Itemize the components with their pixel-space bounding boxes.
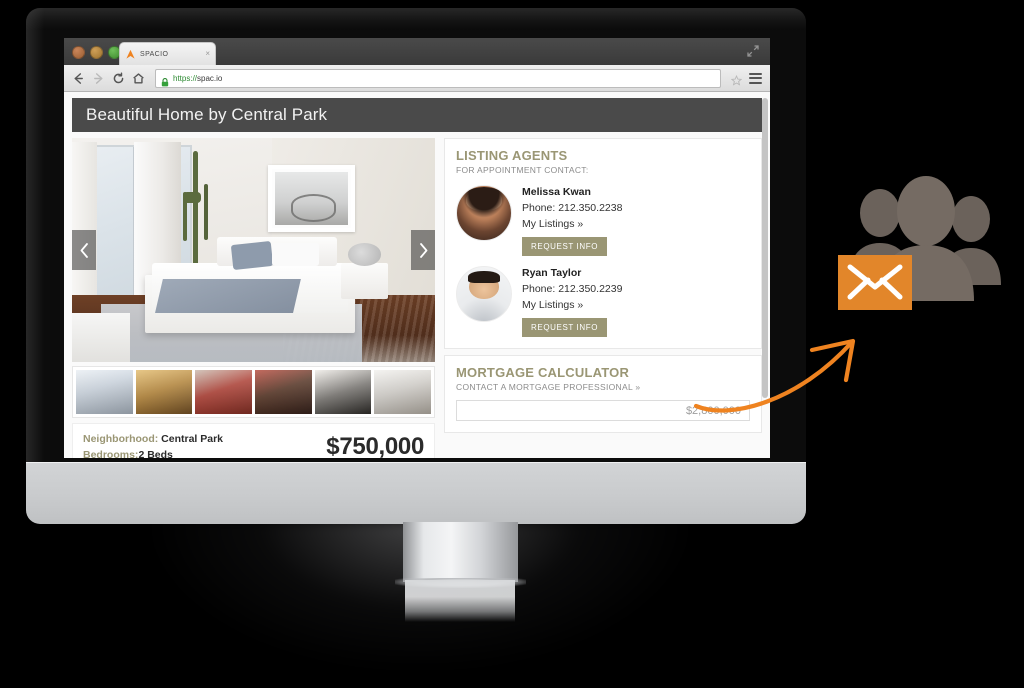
listing-header: Beautiful Home by Central Park <box>72 98 762 132</box>
url-text: https://spac.io <box>173 74 222 83</box>
listing-agents-card: LISTING AGENTS FOR APPOINTMENT CONTACT: … <box>444 138 762 349</box>
monitor: SPACIO × https://spac.io Beautiful Home … <box>26 8 806 468</box>
agent-name: Melissa Kwan <box>522 186 591 198</box>
gallery-column: Neighborhood: Central Park Bedrooms:2 Be… <box>72 138 435 458</box>
curved-arrow-icon <box>690 320 875 435</box>
agent-my-listings-link[interactable]: My Listings » <box>522 216 750 232</box>
maximize-icon[interactable] <box>746 44 760 58</box>
gallery-next-button[interactable] <box>411 230 435 270</box>
close-tab-icon[interactable]: × <box>205 50 210 58</box>
browser-tab[interactable]: SPACIO × <box>119 42 216 65</box>
thumbnail-item[interactable] <box>195 370 253 414</box>
browser-tab-title: SPACIO <box>140 50 169 58</box>
hamburger-menu-icon[interactable] <box>749 72 762 84</box>
property-facts: Neighborhood: Central Park Bedrooms:2 Be… <box>72 423 435 458</box>
url-scheme: https:// <box>173 73 198 83</box>
spacio-favicon-icon <box>125 49 136 60</box>
thumbnail-item[interactable] <box>314 370 372 414</box>
bezel-side-gloss <box>26 8 44 468</box>
page-body: Neighborhood: Central Park Bedrooms:2 Be… <box>64 132 770 458</box>
window-controls[interactable] <box>72 46 121 59</box>
hero-image <box>72 138 435 362</box>
thumbnail-item[interactable] <box>374 370 432 414</box>
neighborhood-value: Central Park <box>161 433 224 445</box>
home-icon[interactable] <box>132 72 145 85</box>
request-info-button[interactable]: REQUEST INFO <box>522 318 608 337</box>
monitor-chin <box>26 462 806 524</box>
close-window-button[interactable] <box>72 46 85 59</box>
address-bar[interactable]: https://spac.io <box>155 68 721 88</box>
agent-phone: Phone: 212.350.2239 <box>522 283 623 295</box>
chevron-left-icon <box>80 242 88 258</box>
agent-row: Melissa Kwan Phone: 212.350.2238 My List… <box>456 185 750 256</box>
url-host: spac.io <box>197 73 223 83</box>
listing-agents-title: LISTING AGENTS <box>456 148 568 163</box>
avatar <box>456 185 512 241</box>
thumbnail-item[interactable] <box>135 370 193 414</box>
bedroom-photo <box>72 138 435 362</box>
star-icon[interactable] <box>730 73 743 86</box>
bedrooms-label: Bedrooms: <box>83 449 139 458</box>
minimize-window-button[interactable] <box>90 46 103 59</box>
browser-tabbar: SPACIO × <box>64 38 770 65</box>
avatar <box>456 266 512 322</box>
neighborhood-row: Neighborhood: Central Park <box>83 431 223 447</box>
request-info-button[interactable]: REQUEST INFO <box>522 237 608 256</box>
forward-arrow-icon[interactable] <box>92 72 105 85</box>
agent-name: Ryan Taylor <box>522 267 582 279</box>
monitor-stand-neck <box>395 522 526 588</box>
screen: SPACIO × https://spac.io Beautiful Home … <box>64 38 770 458</box>
monitor-stand-base <box>405 580 515 622</box>
reload-icon[interactable] <box>112 72 125 85</box>
bezel-gloss <box>26 8 806 30</box>
agent-phone: Phone: 212.350.2238 <box>522 202 623 214</box>
chevron-right-icon <box>419 242 427 258</box>
back-arrow-icon[interactable] <box>72 72 85 85</box>
browser-toolbar: https://spac.io <box>64 65 770 92</box>
thumbnail-item[interactable] <box>255 370 312 414</box>
webpage: Beautiful Home by Central Park Neighborh… <box>64 92 770 458</box>
neighborhood-label: Neighborhood: <box>83 433 159 445</box>
gallery-prev-button[interactable] <box>72 230 96 270</box>
browser-chrome: SPACIO × https://spac.io <box>64 38 770 92</box>
page-title: Beautiful Home by Central Park <box>86 105 328 124</box>
listing-agents-subtitle: FOR APPOINTMENT CONTACT: <box>456 165 589 175</box>
envelope-icon <box>838 255 912 310</box>
agent-my-listings-link[interactable]: My Listings » <box>522 297 750 313</box>
property-attributes: Neighborhood: Central Park Bedrooms:2 Be… <box>83 431 223 458</box>
thumbnail-item[interactable] <box>76 370 133 414</box>
gallery-thumbnails <box>72 366 435 418</box>
scene: SPACIO × https://spac.io Beautiful Home … <box>0 0 1024 688</box>
bedrooms-row: Bedrooms:2 Beds <box>83 447 223 458</box>
bedrooms-value: 2 Beds <box>138 449 173 458</box>
lock-icon <box>161 74 169 86</box>
property-price: $750,000 <box>326 433 424 458</box>
agent-info: Melissa Kwan Phone: 212.350.2238 My List… <box>522 185 750 256</box>
